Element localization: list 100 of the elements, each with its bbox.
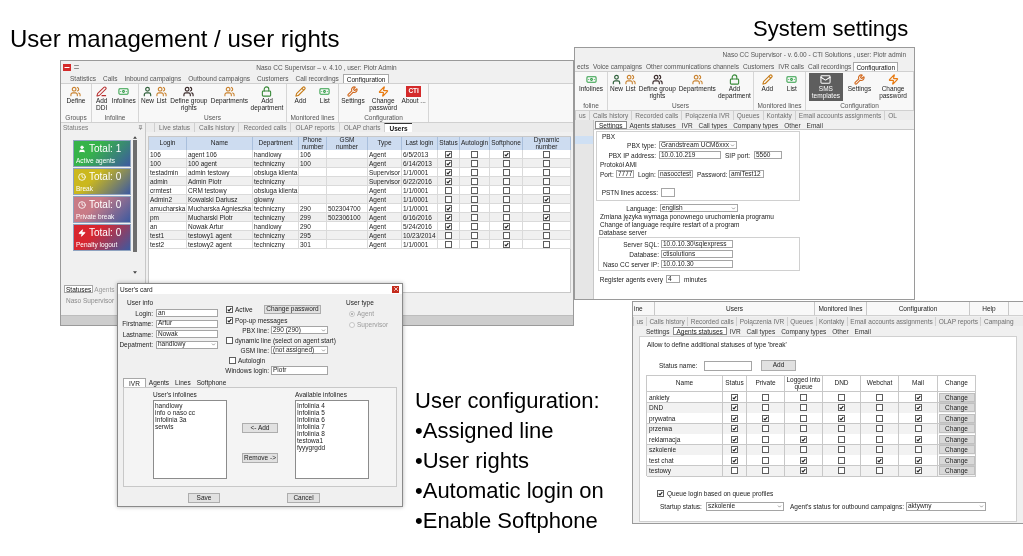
checkbox[interactable] xyxy=(876,404,883,411)
checkbox[interactable] xyxy=(445,240,452,248)
checkbox[interactable] xyxy=(445,231,452,239)
checkbox[interactable] xyxy=(800,404,807,411)
checkbox[interactable] xyxy=(543,213,550,221)
checkbox[interactable] xyxy=(914,393,922,401)
checkbox[interactable] xyxy=(445,159,452,167)
checkbox[interactable] xyxy=(226,316,233,324)
checkbox[interactable] xyxy=(502,159,510,167)
checkbox[interactable] xyxy=(838,435,845,443)
caret-down-icon[interactable] xyxy=(132,271,137,274)
checkbox[interactable] xyxy=(876,425,883,432)
checkbox[interactable] xyxy=(471,204,478,212)
checkbox[interactable] xyxy=(731,425,738,432)
checkbox[interactable] xyxy=(876,393,883,401)
checkbox[interactable] xyxy=(445,150,452,158)
checkbox[interactable] xyxy=(838,404,845,411)
checkbox[interactable] xyxy=(731,446,738,453)
checkbox[interactable] xyxy=(800,414,807,422)
checkbox[interactable] xyxy=(502,168,510,176)
checkbox[interactable] xyxy=(471,186,478,194)
checkbox[interactable] xyxy=(876,456,883,464)
checkbox[interactable] xyxy=(502,186,510,194)
checkbox[interactable] xyxy=(876,414,883,422)
checkbox[interactable] xyxy=(800,425,807,432)
checkbox[interactable] xyxy=(876,435,883,443)
checkbox[interactable] xyxy=(762,393,769,401)
checkbox[interactable] xyxy=(838,456,845,464)
checkbox[interactable] xyxy=(762,414,769,422)
checkbox[interactable] xyxy=(800,467,807,474)
checkbox[interactable] xyxy=(502,240,510,248)
checkbox[interactable] xyxy=(838,414,845,422)
checkbox[interactable] xyxy=(445,195,452,203)
checkbox[interactable] xyxy=(226,306,233,313)
checkbox[interactable] xyxy=(762,456,769,464)
text-field[interactable] xyxy=(661,188,675,197)
checkbox[interactable] xyxy=(471,231,478,239)
checkbox[interactable] xyxy=(731,467,738,474)
checkbox[interactable] xyxy=(838,446,845,453)
checkbox[interactable] xyxy=(838,467,845,474)
checkbox[interactable] xyxy=(838,425,845,432)
checkbox[interactable] xyxy=(502,222,510,230)
checkbox[interactable] xyxy=(543,159,550,167)
checkbox[interactable] xyxy=(914,456,922,464)
checkbox[interactable] xyxy=(762,404,769,411)
text-field[interactable] xyxy=(704,360,752,371)
checkbox[interactable] xyxy=(445,204,452,212)
checkbox[interactable] xyxy=(876,467,883,474)
checkbox[interactable] xyxy=(471,168,478,176)
close-button[interactable] xyxy=(392,285,399,293)
checkbox[interactable] xyxy=(226,336,233,344)
checkbox[interactable] xyxy=(800,435,807,443)
checkbox[interactable] xyxy=(762,435,769,443)
checkbox[interactable] xyxy=(445,177,452,185)
checkbox[interactable] xyxy=(502,150,510,158)
checkbox[interactable] xyxy=(502,213,510,221)
checkbox[interactable] xyxy=(543,231,550,239)
checkbox[interactable] xyxy=(762,446,769,453)
checkbox[interactable] xyxy=(445,186,452,194)
checkbox[interactable] xyxy=(762,467,769,474)
checkbox[interactable] xyxy=(543,186,550,194)
checkbox[interactable] xyxy=(471,177,478,185)
scrollbar-thumb[interactable] xyxy=(132,140,137,252)
checkbox[interactable] xyxy=(502,204,510,212)
checkbox[interactable] xyxy=(471,240,478,248)
checkbox[interactable] xyxy=(731,456,738,464)
checkbox[interactable] xyxy=(914,425,922,432)
checkbox[interactable] xyxy=(471,195,478,203)
checkbox[interactable] xyxy=(762,425,769,432)
checkbox[interactable] xyxy=(543,177,550,185)
checkbox[interactable] xyxy=(914,414,922,422)
checkbox[interactable] xyxy=(471,150,478,158)
checkbox[interactable] xyxy=(543,204,550,212)
checkbox[interactable] xyxy=(914,435,922,443)
checkbox[interactable] xyxy=(914,404,922,411)
checkbox[interactable] xyxy=(543,222,550,230)
checkbox[interactable] xyxy=(800,446,807,453)
checkbox[interactable] xyxy=(543,240,550,248)
checkbox[interactable] xyxy=(471,213,478,221)
checkbox[interactable] xyxy=(445,222,452,230)
checkbox[interactable] xyxy=(471,159,478,167)
checkbox[interactable] xyxy=(800,393,807,401)
checkbox[interactable] xyxy=(445,213,452,221)
checkbox[interactable] xyxy=(876,446,883,453)
checkbox[interactable] xyxy=(657,489,664,497)
checkbox[interactable] xyxy=(543,150,550,158)
checkbox[interactable] xyxy=(445,168,452,176)
checkbox[interactable] xyxy=(731,393,738,401)
checkbox[interactable] xyxy=(543,195,550,203)
checkbox[interactable] xyxy=(471,222,478,230)
checkbox[interactable] xyxy=(914,446,922,453)
checkbox[interactable] xyxy=(229,356,236,364)
checkbox[interactable] xyxy=(543,168,550,176)
checkbox[interactable] xyxy=(502,231,510,239)
checkbox[interactable] xyxy=(502,177,510,185)
checkbox[interactable] xyxy=(502,195,510,203)
checkbox[interactable] xyxy=(914,467,922,474)
checkbox[interactable] xyxy=(731,435,738,443)
checkbox[interactable] xyxy=(731,414,738,422)
checkbox[interactable] xyxy=(838,393,845,401)
